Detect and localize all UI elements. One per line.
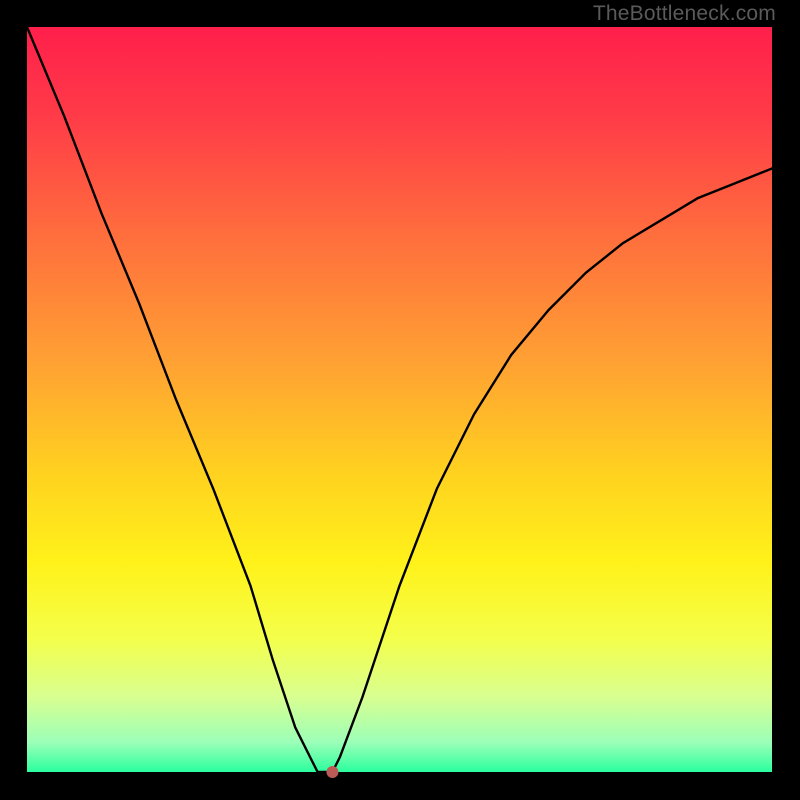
watermark-text: TheBottleneck.com: [593, 2, 776, 26]
chart-frame: TheBottleneck.com: [0, 0, 800, 800]
minimum-marker: [326, 766, 338, 778]
bottleneck-chart: [0, 0, 800, 800]
plot-area: [27, 27, 772, 772]
